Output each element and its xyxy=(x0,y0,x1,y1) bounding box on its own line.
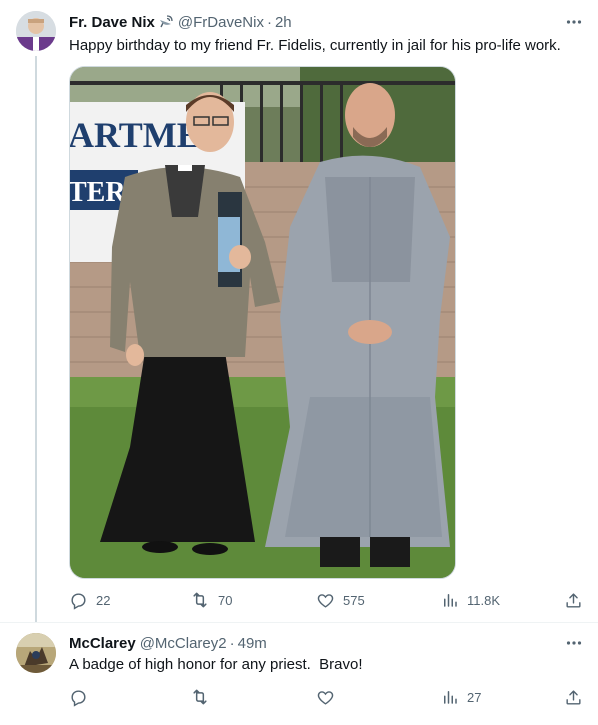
repost-arrows-icon xyxy=(190,590,210,610)
reply-bubble-icon xyxy=(69,591,88,610)
like-button[interactable]: 575 xyxy=(316,590,365,610)
share-upload-icon xyxy=(564,591,583,610)
heart-icon xyxy=(316,688,335,707)
separator-dot: · xyxy=(266,13,272,31)
views-count: 11.8K xyxy=(467,592,501,608)
heart-icon xyxy=(316,591,335,610)
repost-button[interactable]: 70 xyxy=(190,590,232,610)
more-horizontal-icon[interactable] xyxy=(564,12,584,32)
author-name[interactable]: McClarey xyxy=(69,635,136,652)
separator-dot: · xyxy=(229,634,235,652)
author-name[interactable]: Fr. Dave Nix xyxy=(69,14,155,31)
reply-button[interactable]: 22 xyxy=(69,590,110,610)
share-upload-icon xyxy=(564,688,583,707)
avatar[interactable] xyxy=(16,11,56,51)
bar-chart-icon xyxy=(441,688,459,706)
author-handle[interactable]: @FrDaveNix xyxy=(178,14,264,31)
tweet-text: A badge of high honor for any priest. Br… xyxy=(69,656,363,673)
repost-button[interactable] xyxy=(190,687,210,707)
repost-arrows-icon xyxy=(190,687,210,707)
views-count: 27 xyxy=(467,689,482,705)
tweet-actions: 22 70 575 11.8K xyxy=(69,590,585,610)
tweet-actions: 27 xyxy=(69,687,585,707)
views-button[interactable]: 27 xyxy=(441,687,481,707)
reply-bubble-icon xyxy=(69,688,88,707)
share-button[interactable] xyxy=(564,590,583,610)
avatar-image xyxy=(16,633,56,673)
like-button[interactable] xyxy=(316,687,335,707)
more-horizontal-icon[interactable] xyxy=(564,633,584,653)
reply-tweet[interactable]: McClarey @McClarey2 · 49m A badge of hig… xyxy=(0,622,598,725)
tweet-timestamp[interactable]: 2h xyxy=(275,14,292,31)
tweet-header: Fr. Dave Nix @FrDaveNix · 2h xyxy=(69,12,292,32)
tweet-header: McClarey @McClarey2 · 49m xyxy=(69,633,267,653)
views-button[interactable]: 11.8K xyxy=(441,590,500,610)
bar-chart-icon xyxy=(441,591,459,609)
photo-image: ARTMEN TERS xyxy=(70,67,455,578)
reply-count: 22 xyxy=(96,592,111,608)
author-handle[interactable]: @McClarey2 xyxy=(140,635,227,652)
tweet-timestamp[interactable]: 49m xyxy=(238,635,267,652)
reply-button[interactable] xyxy=(69,687,88,707)
repost-count: 70 xyxy=(218,592,233,608)
main-tweet[interactable]: Fr. Dave Nix @FrDaveNix · 2h Happy birth… xyxy=(0,0,598,622)
tweet-photo[interactable]: ARTMEN TERS xyxy=(69,66,456,579)
share-button[interactable] xyxy=(564,687,583,707)
tweet-text: Happy birthday to my friend Fr. Fidelis,… xyxy=(69,37,561,54)
like-count: 575 xyxy=(343,592,365,608)
avatar[interactable] xyxy=(16,633,56,673)
avatar-image xyxy=(16,11,56,51)
satellite-dish-icon xyxy=(158,14,174,30)
